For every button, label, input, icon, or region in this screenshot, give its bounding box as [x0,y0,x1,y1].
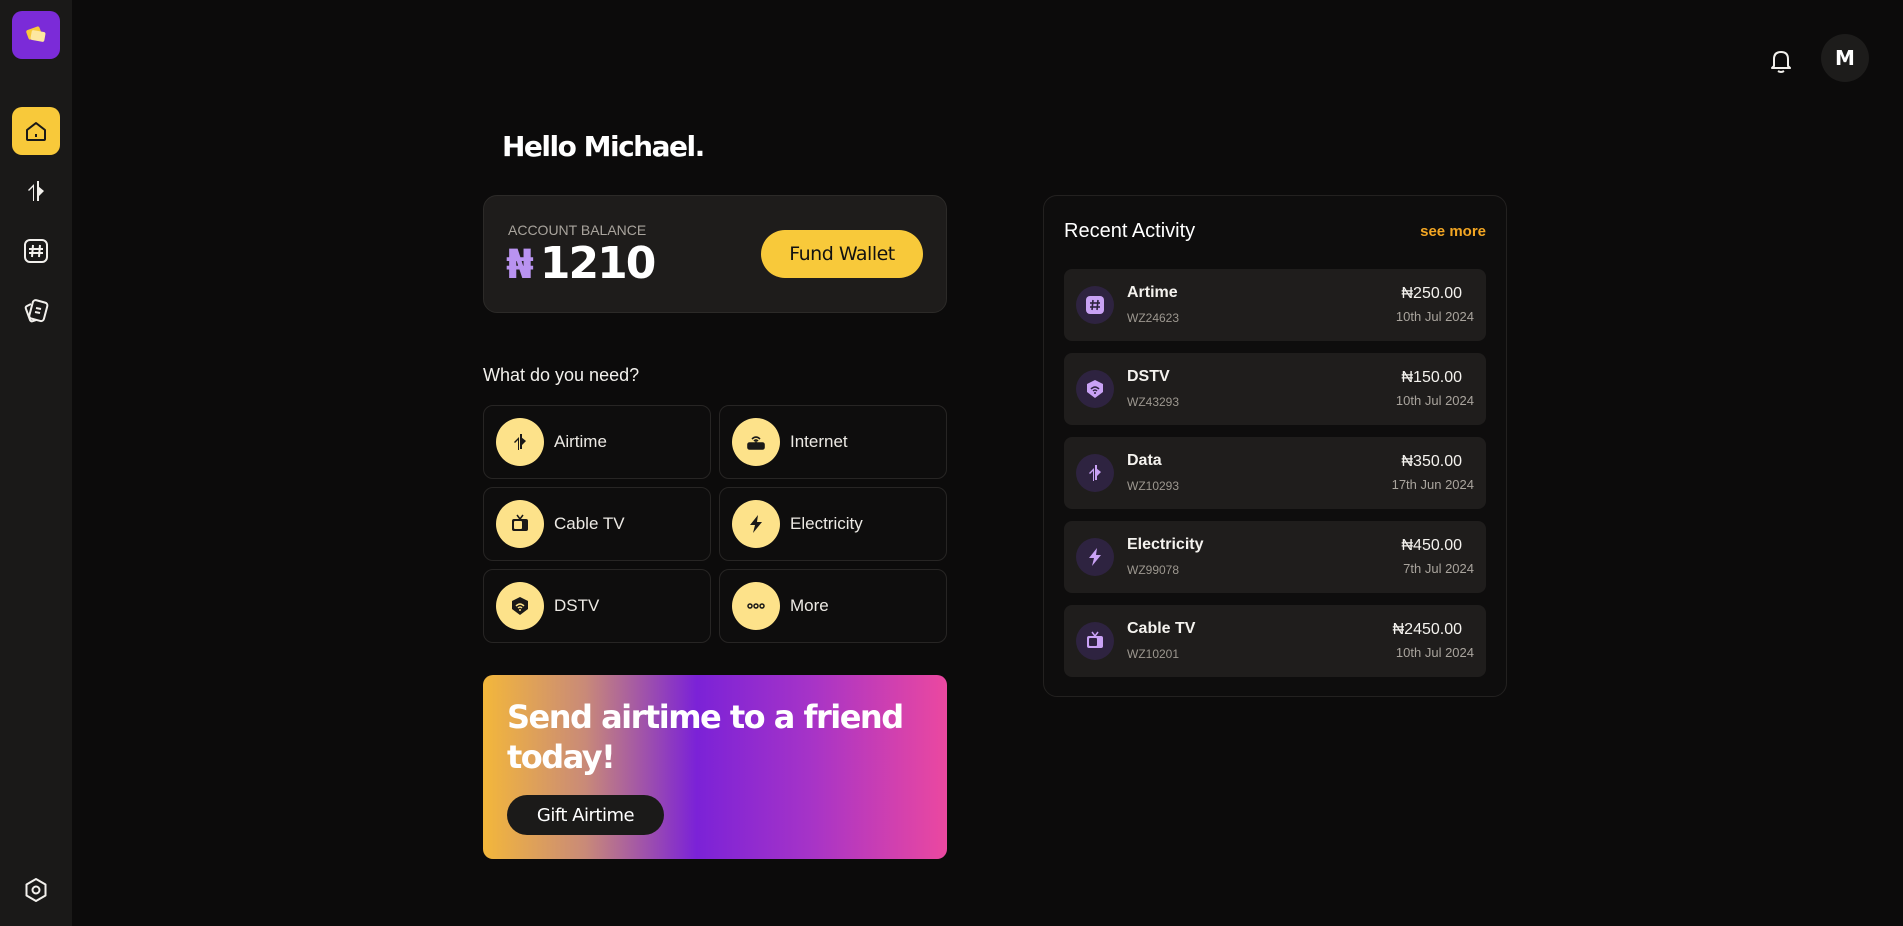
sidebar [0,0,72,926]
activity-amount: ₦250.00 [1401,285,1463,302]
services-title: What do you need? [483,365,640,385]
notifications-button[interactable] [1763,42,1799,78]
activity-ref: WZ24623 [1127,311,1180,325]
service-label: Internet [790,432,848,451]
promo-text: Send airtime to a friend today! [507,698,904,776]
sidebar-item-transfers[interactable] [12,167,60,215]
transfer-arrows-icon [1076,454,1114,492]
sidebar-item-cards[interactable] [12,287,60,335]
service-tile-dstv[interactable]: DSTV [483,569,711,643]
tickets-icon [26,26,46,42]
service-tile-cable-tv[interactable]: Cable TV [483,487,711,561]
activity-row[interactable]: Data WZ10293 ₦350.00 17th Jun 2024 [1064,437,1486,509]
activity-amount: ₦2450.00 [1392,621,1462,638]
settings-icon [25,878,47,902]
app-logo[interactable] [12,11,60,59]
service-tile-more[interactable]: More [719,569,947,643]
service-tile-electricity[interactable]: Electricity [719,487,947,561]
activity-date: 17th Jun 2024 [1391,477,1474,492]
sidebar-item-home[interactable] [12,107,60,155]
currency-symbol: ₦ [506,242,534,288]
service-label: DSTV [554,596,600,615]
service-tile-airtime[interactable]: Airtime [483,405,711,479]
hash-icon [1076,286,1114,324]
tv-icon [1076,622,1114,660]
promo-banner: Send airtime to a friend today! Gift Air… [483,675,947,859]
activity-ref: WZ43293 [1127,395,1180,409]
activity-row[interactable]: Cable TV WZ10201 ₦2450.00 10th Jul 2024 [1064,605,1486,677]
activity-row[interactable]: Artime WZ24623 ₦250.00 10th Jul 2024 [1064,269,1486,341]
activity-name: Electricity [1127,536,1204,553]
dstv-icon [496,582,544,630]
activity-date: 10th Jul 2024 [1395,393,1474,408]
dstv-icon [1076,370,1114,408]
activity-name: DSTV [1127,368,1170,385]
see-more-link[interactable]: see more [1420,223,1486,240]
transfer-arrows-icon [28,181,44,201]
activity-row[interactable]: DSTV WZ43293 ₦150.00 10th Jul 2024 [1064,353,1486,425]
cards-icon [24,299,49,323]
balance-label: ACCOUNT BALANCE [508,222,647,238]
hash-icon [24,239,48,263]
activity-date: 10th Jul 2024 [1395,309,1474,324]
more-dots-icon [732,582,780,630]
activity-amount: ₦350.00 [1401,453,1463,470]
activity-row[interactable]: Electricity WZ99078 ₦450.00 7th Jul 2024 [1064,521,1486,593]
settings-button[interactable] [12,866,60,914]
balance-amount: 1210 [539,238,656,289]
service-label: Cable TV [554,514,625,533]
router-icon [732,418,780,466]
service-label: More [790,596,829,615]
lightning-icon [1076,538,1114,576]
service-label: Electricity [790,514,863,533]
activity-amount: ₦150.00 [1401,369,1463,386]
service-label: Airtime [554,432,607,451]
page-title: Hello Michael. [502,130,705,163]
activity-ref: WZ10293 [1127,479,1180,493]
activity-title: Recent Activity [1064,220,1196,242]
lightning-icon [732,500,780,548]
activity-amount: ₦450.00 [1401,537,1463,554]
activity-date: 10th Jul 2024 [1395,645,1474,660]
sidebar-item-airtime[interactable] [12,227,60,275]
recent-activity-panel: Recent Activity see more Artime WZ24623 … [1043,195,1507,697]
activity-date: 7th Jul 2024 [1403,561,1474,576]
balance-value: ₦ 1210 [506,238,656,289]
tv-icon [496,500,544,548]
bell-icon [1771,51,1791,73]
activity-name: Data [1127,452,1162,469]
activity-ref: WZ10201 [1127,647,1180,661]
balance-card: ACCOUNT BALANCE ₦ 1210 Fund Wallet [483,195,947,313]
service-tile-internet[interactable]: Internet [719,405,947,479]
fund-wallet-button[interactable]: Fund Wallet [761,230,923,278]
activity-name: Cable TV [1127,620,1196,637]
avatar[interactable]: M [1821,34,1869,82]
activity-name: Artime [1127,284,1178,301]
gift-airtime-button[interactable]: Gift Airtime [507,795,664,835]
home-icon [26,122,46,141]
airtime-icon [496,418,544,466]
activity-ref: WZ99078 [1127,563,1180,577]
